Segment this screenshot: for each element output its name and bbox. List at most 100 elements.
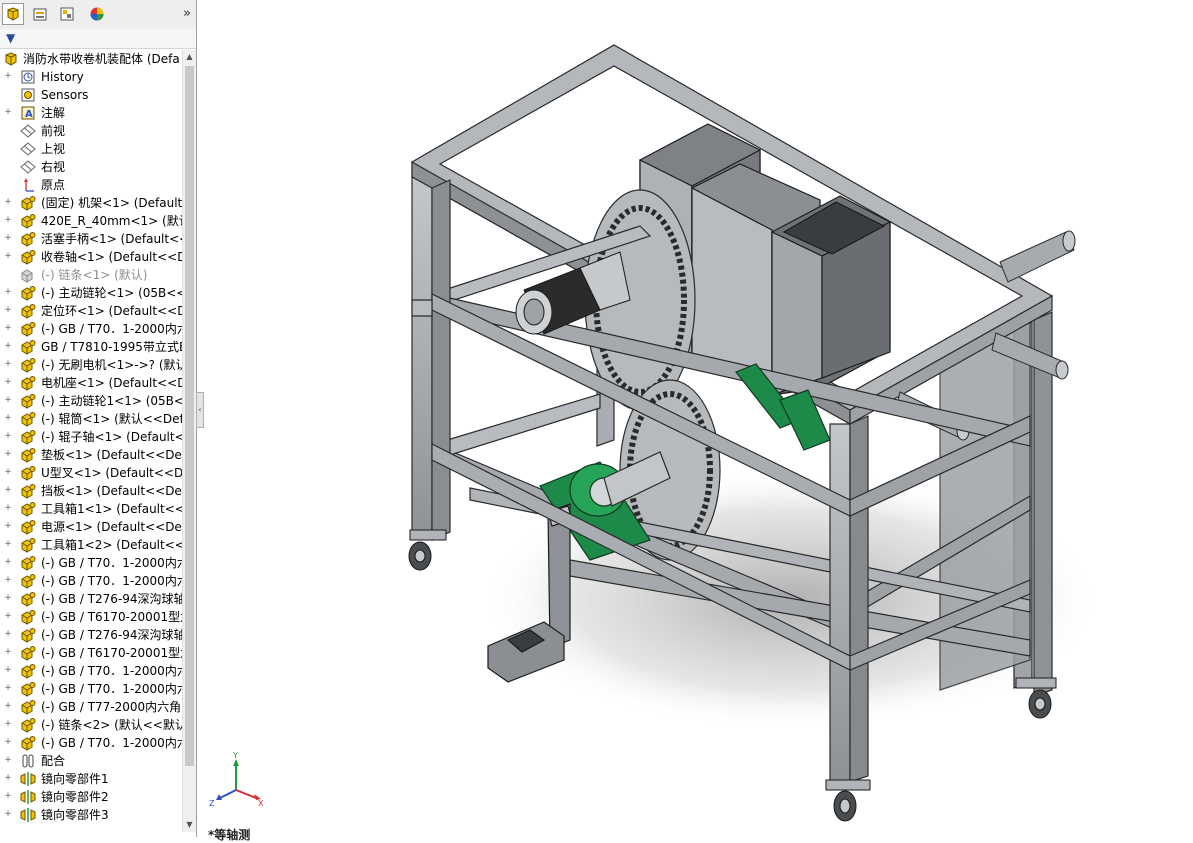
tree-item-label: (-) 辊筒<1> (默认<<Defa bbox=[41, 412, 182, 426]
expand-toggle-icon[interactable]: + bbox=[4, 72, 12, 81]
expand-toggle-icon[interactable]: + bbox=[4, 558, 12, 567]
tree-item[interactable]: + 挡板<1> (Default<<Defa bbox=[0, 482, 182, 500]
expand-toggle-icon[interactable]: + bbox=[4, 450, 12, 459]
expand-toggle-icon[interactable]: + bbox=[4, 666, 12, 675]
panel-collapse-handle[interactable]: ‹ bbox=[196, 392, 204, 428]
tree-item-label: 前视 bbox=[41, 124, 66, 138]
tree-item[interactable]: + 活塞手柄<1> (Default<< bbox=[0, 230, 182, 248]
expand-toggle-icon[interactable]: + bbox=[4, 540, 12, 549]
tree-item[interactable]: + (-) GB / T276-94深沟球轴 bbox=[0, 626, 182, 644]
expand-toggle-icon[interactable]: + bbox=[4, 630, 12, 639]
expand-toggle-icon[interactable]: + bbox=[4, 288, 12, 297]
tree-item[interactable]: + (-) 主动链轮<1> (05B<< bbox=[0, 284, 182, 302]
tree-item-label: 收卷轴<1> (Default<<De bbox=[41, 250, 182, 264]
tree-item[interactable]: + (-) GB / T70．1-2000内六 bbox=[0, 320, 182, 338]
expand-toggle-icon[interactable]: + bbox=[4, 108, 12, 117]
feature-manager-tab[interactable] bbox=[2, 3, 24, 25]
expand-toggle-icon[interactable]: + bbox=[4, 738, 12, 747]
expand-toggle-icon[interactable]: + bbox=[4, 504, 12, 513]
tree-item[interactable]: + (-) GB / T276-94深沟球轴 bbox=[0, 590, 182, 608]
part-icon bbox=[20, 195, 36, 211]
tree-item[interactable]: + (-) 无刷电机<1>->? (默认 bbox=[0, 356, 182, 374]
part-icon bbox=[20, 231, 36, 247]
tree-item[interactable]: 原点 bbox=[0, 176, 182, 194]
tree-item[interactable]: + U型叉<1> (Default<<De bbox=[0, 464, 182, 482]
tree-item[interactable]: + (-) GB / T6170-20001型六 bbox=[0, 608, 182, 626]
expand-toggle-icon[interactable]: + bbox=[4, 414, 12, 423]
expand-toggle-icon[interactable]: + bbox=[4, 252, 12, 261]
expand-toggle-icon[interactable]: + bbox=[4, 594, 12, 603]
expand-panel-button[interactable]: » bbox=[183, 6, 191, 21]
scroll-thumb[interactable] bbox=[185, 66, 194, 766]
tree-item[interactable]: + (-) GB / T70．1-2000内六 bbox=[0, 572, 182, 590]
expand-toggle-icon[interactable]: + bbox=[4, 432, 12, 441]
tree-item[interactable]: + 工具箱1<2> (Default<<D bbox=[0, 536, 182, 554]
expand-toggle-icon[interactable]: + bbox=[4, 756, 12, 765]
tree-item[interactable]: + A 注解 bbox=[0, 104, 182, 122]
tree-item[interactable]: (-) 链条<1> (默认) bbox=[0, 266, 182, 284]
tree-item[interactable]: + (-) GB / T70．1-2000内六 bbox=[0, 680, 182, 698]
tree-item[interactable]: + (-) GB / T6170-20001型六 bbox=[0, 644, 182, 662]
expand-toggle-icon[interactable]: + bbox=[4, 360, 12, 369]
scroll-up-arrow[interactable]: ▲ bbox=[183, 50, 196, 64]
expand-toggle-icon[interactable]: + bbox=[4, 468, 12, 477]
tree-item[interactable]: + 配合 bbox=[0, 752, 182, 770]
tree-item[interactable]: + 收卷轴<1> (Default<<De bbox=[0, 248, 182, 266]
tree-item[interactable]: 前视 bbox=[0, 122, 182, 140]
tree-item[interactable]: + History bbox=[0, 68, 182, 86]
part-icon bbox=[20, 735, 36, 751]
expand-toggle-icon[interactable]: + bbox=[4, 198, 12, 207]
tree-item[interactable]: + (-) GB / T70．1-2000内六 bbox=[0, 554, 182, 572]
tree-item[interactable]: + (-) GB / T70．1-2000内六 bbox=[0, 734, 182, 752]
tree-item[interactable]: 上视 bbox=[0, 140, 182, 158]
tree-item[interactable]: + 定位环<1> (Default<<De bbox=[0, 302, 182, 320]
tree-scrollbar[interactable]: ▲ ▼ bbox=[182, 50, 196, 832]
tree-item[interactable]: + GB / T7810-1995带立式B bbox=[0, 338, 182, 356]
configuration-manager-tab[interactable] bbox=[56, 3, 78, 25]
tree-item[interactable]: + (-) 辊筒<1> (默认<<Defa bbox=[0, 410, 182, 428]
tree-item[interactable]: +420E_R_40mm<1> (默认 bbox=[0, 212, 182, 230]
tree-item[interactable]: + 工具箱1<1> (Default<<D bbox=[0, 500, 182, 518]
scroll-down-arrow[interactable]: ▼ bbox=[183, 818, 196, 832]
tree-item[interactable]: + (-) GB / T77-2000内六角 bbox=[0, 698, 182, 716]
tree-item[interactable]: + 电源<1> (Default<<Defa bbox=[0, 518, 182, 536]
expand-toggle-icon[interactable]: + bbox=[4, 216, 12, 225]
tree-item[interactable]: + (-) 辊子轴<1> (Default<< bbox=[0, 428, 182, 446]
tree-item[interactable]: + 镜向零部件1 bbox=[0, 770, 182, 788]
tree-item[interactable]: + 镜向零部件2 bbox=[0, 788, 182, 806]
expand-toggle-icon[interactable]: + bbox=[4, 684, 12, 693]
tree-item[interactable]: Sensors bbox=[0, 86, 182, 104]
expand-toggle-icon[interactable]: + bbox=[4, 342, 12, 351]
tree-item[interactable]: + (-) 链条<2> (默认<<默认 bbox=[0, 716, 182, 734]
filter-icon[interactable]: ▼ bbox=[6, 31, 15, 45]
expand-toggle-icon[interactable]: + bbox=[4, 306, 12, 315]
assembly-icon bbox=[7, 7, 19, 21]
tree-item[interactable]: + (-) GB / T70．1-2000内六 bbox=[0, 662, 182, 680]
tree-item-label: 工具箱1<1> (Default<<D bbox=[41, 502, 182, 516]
expand-toggle-icon[interactable]: + bbox=[4, 234, 12, 243]
expand-toggle-icon[interactable]: + bbox=[4, 720, 12, 729]
expand-toggle-icon[interactable]: + bbox=[4, 378, 12, 387]
tree-item-label: 镜向零部件2 bbox=[41, 790, 109, 804]
expand-toggle-icon[interactable]: + bbox=[4, 486, 12, 495]
tree-item[interactable]: 右视 bbox=[0, 158, 182, 176]
expand-toggle-icon[interactable]: + bbox=[4, 576, 12, 585]
display-manager-tab[interactable] bbox=[86, 3, 108, 25]
expand-toggle-icon[interactable]: + bbox=[4, 702, 12, 711]
expand-toggle-icon[interactable]: + bbox=[4, 612, 12, 621]
tree-item[interactable]: + 垫板<1> (Default<<Defa bbox=[0, 446, 182, 464]
graphics-viewport[interactable] bbox=[205, 0, 1193, 837]
tree-item[interactable]: + (固定) 机架<1> (Default< bbox=[0, 194, 182, 212]
expand-toggle-icon[interactable]: + bbox=[4, 396, 12, 405]
tree-item[interactable]: + (-) 主动链轮1<1> (05B<< bbox=[0, 392, 182, 410]
tree-item[interactable]: + 电机座<1> (Default<<De bbox=[0, 374, 182, 392]
expand-toggle-icon[interactable]: + bbox=[4, 810, 12, 819]
property-manager-tab[interactable] bbox=[29, 3, 51, 25]
expand-toggle-icon[interactable]: + bbox=[4, 324, 12, 333]
expand-toggle-icon[interactable]: + bbox=[4, 648, 12, 657]
expand-toggle-icon[interactable]: + bbox=[4, 522, 12, 531]
expand-toggle-icon[interactable]: + bbox=[4, 792, 12, 801]
tree-root[interactable]: 消防水带收卷机装配体 (Defa bbox=[0, 50, 182, 68]
expand-toggle-icon[interactable]: + bbox=[4, 774, 12, 783]
tree-item[interactable]: + 镜向零部件3 bbox=[0, 806, 182, 824]
